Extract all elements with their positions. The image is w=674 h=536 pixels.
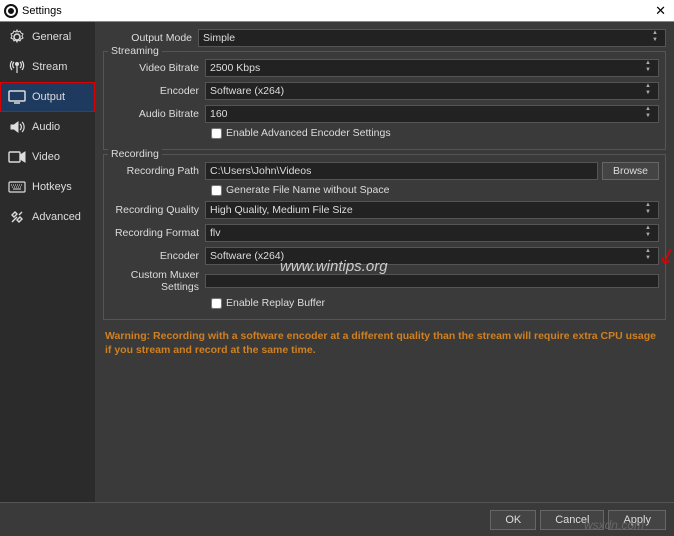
no-space-label: Generate File Name without Space <box>226 184 389 196</box>
recording-format-label: Recording Format <box>110 227 205 239</box>
sidebar-item-output[interactable]: Output <box>0 82 95 112</box>
monitor-icon <box>8 89 26 105</box>
bottom-bar: OK Cancel Apply <box>0 502 674 536</box>
recording-quality-label: Recording Quality <box>110 204 205 216</box>
gear-icon <box>8 29 26 45</box>
advanced-encoder-checkbox[interactable] <box>211 128 222 139</box>
browse-button[interactable]: Browse <box>602 162 659 180</box>
sidebar-item-stream[interactable]: Stream <box>0 52 95 82</box>
speaker-icon <box>8 119 26 135</box>
stream-encoder-select[interactable]: Software (x264)▲▼ <box>205 82 659 100</box>
video-bitrate-label: Video Bitrate <box>110 62 205 74</box>
no-space-checkbox[interactable] <box>211 185 222 196</box>
video-bitrate-input[interactable]: 2500 Kbps▲▼ <box>205 59 659 77</box>
streaming-group: Streaming Video Bitrate 2500 Kbps▲▼ Enco… <box>103 51 666 150</box>
sidebar-item-hotkeys[interactable]: Hotkeys <box>0 172 95 202</box>
window-title: Settings <box>22 5 62 17</box>
sidebar-label: Audio <box>32 121 60 133</box>
video-icon <box>8 149 26 165</box>
sidebar-item-advanced[interactable]: Advanced <box>0 202 95 232</box>
recording-title: Recording <box>108 148 162 160</box>
recording-quality-select[interactable]: High Quality, Medium File Size▲▼ <box>205 201 659 219</box>
replay-buffer-checkbox[interactable] <box>211 298 222 309</box>
keyboard-icon <box>8 179 26 195</box>
muxer-label: Custom Muxer Settings <box>110 269 205 293</box>
recording-group: Recording Recording Path C:\Users\John\V… <box>103 154 666 320</box>
muxer-input[interactable] <box>205 274 659 288</box>
warning-text: Warning: Recording with a software encod… <box>103 324 666 363</box>
antenna-icon <box>8 59 26 75</box>
streaming-title: Streaming <box>108 45 162 57</box>
audio-bitrate-select[interactable]: 160▲▼ <box>205 105 659 123</box>
recording-path-input[interactable]: C:\Users\John\Videos <box>205 162 598 180</box>
titlebar: Settings ✕ <box>0 0 674 22</box>
sidebar-label: General <box>32 31 71 43</box>
content-panel: Output Mode Simple▲▼ Streaming Video Bit… <box>95 22 674 502</box>
stream-encoder-label: Encoder <box>110 85 205 97</box>
advanced-encoder-label: Enable Advanced Encoder Settings <box>226 127 391 139</box>
sidebar-label: Hotkeys <box>32 181 72 193</box>
sidebar-item-audio[interactable]: Audio <box>0 112 95 142</box>
output-mode-label: Output Mode <box>103 32 198 44</box>
recording-path-label: Recording Path <box>110 165 205 177</box>
close-icon[interactable]: ✕ <box>651 3 670 19</box>
recording-encoder-label: Encoder <box>110 250 205 262</box>
sidebar-label: Stream <box>32 61 67 73</box>
recording-format-select[interactable]: flv▲▼ <box>205 224 659 242</box>
output-mode-select[interactable]: Simple▲▼ <box>198 29 666 47</box>
sidebar-label: Advanced <box>32 211 81 223</box>
audio-bitrate-label: Audio Bitrate <box>110 108 205 120</box>
obs-icon <box>4 4 18 18</box>
ok-button[interactable]: OK <box>490 510 536 530</box>
sidebar: General Stream Output Audio Video Hotkey… <box>0 22 95 502</box>
sidebar-label: Output <box>32 91 65 103</box>
cancel-button[interactable]: Cancel <box>540 510 604 530</box>
recording-encoder-select[interactable]: Software (x264)▲▼ <box>205 247 659 265</box>
replay-buffer-label: Enable Replay Buffer <box>226 297 325 309</box>
sidebar-label: Video <box>32 151 60 163</box>
tools-icon <box>8 209 26 225</box>
apply-button[interactable]: Apply <box>608 510 666 530</box>
sidebar-item-video[interactable]: Video <box>0 142 95 172</box>
sidebar-item-general[interactable]: General <box>0 22 95 52</box>
